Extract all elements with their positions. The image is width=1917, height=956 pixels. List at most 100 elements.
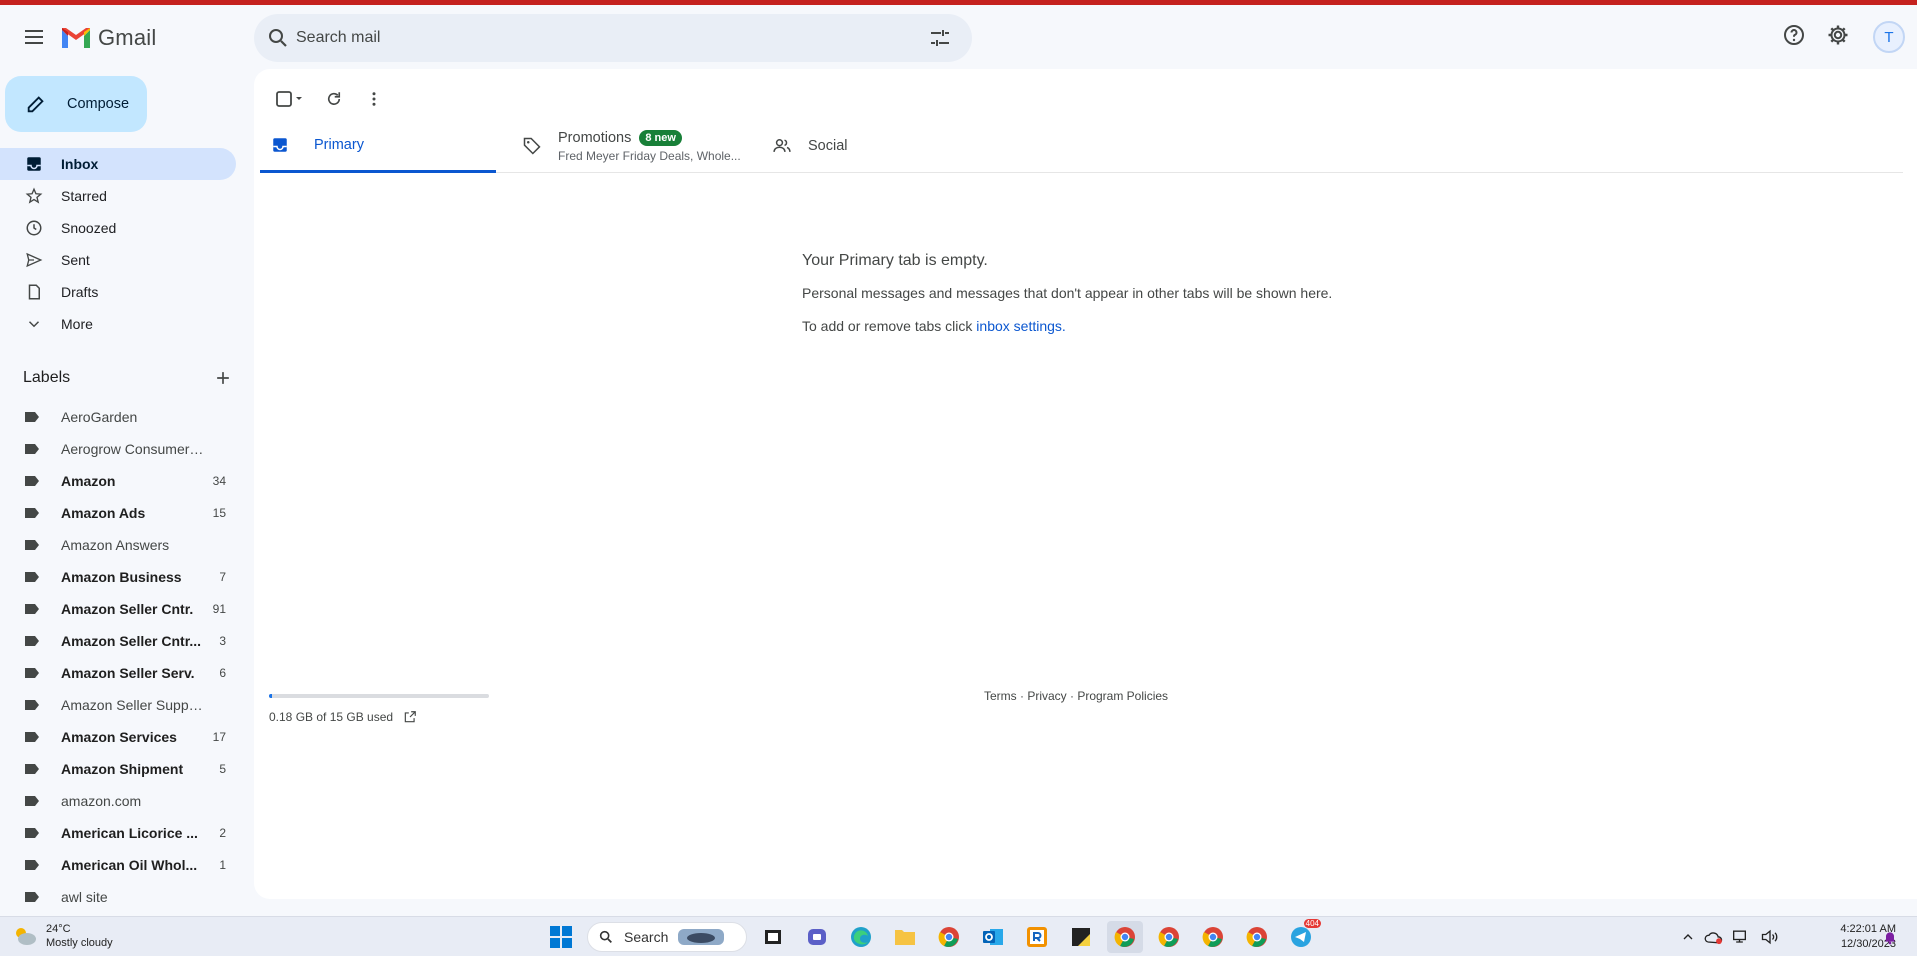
app-r[interactable] bbox=[1019, 921, 1055, 953]
label-item[interactable]: Amazon Business 7 bbox=[0, 561, 236, 593]
file-explorer-app[interactable] bbox=[887, 921, 923, 953]
network-icon[interactable] bbox=[1732, 929, 1752, 945]
telegram-icon bbox=[1291, 927, 1311, 947]
sidebar-item-more[interactable]: More bbox=[0, 308, 236, 340]
label-item[interactable]: Amazon Answers bbox=[0, 529, 236, 561]
sidebar-item-snoozed[interactable]: Snoozed bbox=[0, 212, 236, 244]
main-panel: Primary Promotions 8 new Fred Meyer Frid… bbox=[254, 69, 1917, 899]
chrome-icon bbox=[938, 927, 959, 947]
select-checkbox[interactable] bbox=[266, 79, 314, 119]
main-menu-button[interactable] bbox=[14, 17, 54, 57]
send-icon bbox=[26, 252, 43, 268]
account-avatar[interactable]: T bbox=[1873, 21, 1905, 53]
chevron-up-icon[interactable] bbox=[1680, 929, 1696, 945]
sticky-notes-app[interactable] bbox=[1063, 921, 1099, 953]
help-icon bbox=[1784, 25, 1804, 45]
search-options-icon[interactable] bbox=[928, 26, 952, 50]
label-icon bbox=[25, 796, 39, 806]
chrome-icon bbox=[1202, 927, 1223, 947]
label-item[interactable]: American Licorice ... 2 bbox=[0, 817, 236, 849]
label-item[interactable]: Amazon Seller Serv. 6 bbox=[0, 657, 236, 689]
label-item[interactable]: Amazon Seller Cntr. 91 bbox=[0, 593, 236, 625]
telegram-app[interactable]: 404 bbox=[1283, 919, 1321, 953]
tag-icon bbox=[523, 137, 541, 155]
chrome-profile-app[interactable] bbox=[1107, 921, 1143, 953]
outlook-app[interactable] bbox=[975, 921, 1011, 953]
edge-icon bbox=[851, 927, 871, 947]
chrome-app[interactable] bbox=[931, 921, 967, 953]
label-icon bbox=[25, 476, 39, 486]
gmail-m-icon bbox=[62, 28, 90, 48]
teams-icon bbox=[808, 929, 826, 945]
task-view-icon bbox=[765, 930, 781, 944]
label-icon bbox=[25, 636, 39, 646]
label-icon bbox=[25, 572, 39, 582]
mail-toolbar bbox=[266, 79, 394, 119]
label-item[interactable]: Amazon Shipment 5 bbox=[0, 753, 236, 785]
label-item[interactable]: Amazon Services 17 bbox=[0, 721, 236, 753]
empty-state: Your Primary tab is empty. Personal mess… bbox=[802, 252, 1332, 334]
chrome-profile-app[interactable] bbox=[1239, 921, 1275, 953]
edge-app[interactable] bbox=[843, 921, 879, 953]
search-icon[interactable] bbox=[266, 26, 290, 50]
weather-widget[interactable]: 24°C Mostly cloudy bbox=[12, 922, 113, 950]
compose-button[interactable]: Compose bbox=[5, 76, 147, 132]
open-in-new-icon[interactable] bbox=[403, 710, 417, 724]
support-button[interactable] bbox=[1780, 21, 1808, 49]
search-icon bbox=[599, 930, 612, 943]
refresh-button[interactable] bbox=[314, 79, 354, 119]
app-name: Gmail bbox=[98, 25, 157, 50]
category-tabs: Primary Promotions 8 new Fred Meyer Frid… bbox=[260, 119, 1903, 173]
label-item[interactable]: Amazon 34 bbox=[0, 465, 236, 497]
label-item[interactable]: American Oil Whol... 1 bbox=[0, 849, 236, 881]
label-icon bbox=[25, 764, 39, 774]
settings-button[interactable] bbox=[1824, 21, 1852, 49]
sidebar-item-label: Starred bbox=[61, 188, 107, 204]
label-item[interactable]: Amazon Seller Cntr... 3 bbox=[0, 625, 236, 657]
label-item[interactable]: awl site bbox=[0, 881, 236, 913]
sidebar-item-sent[interactable]: Sent bbox=[0, 244, 236, 276]
sidebar-item-starred[interactable]: Starred bbox=[0, 180, 236, 212]
teams-app[interactable] bbox=[799, 921, 835, 953]
chevron-down-icon bbox=[28, 321, 40, 328]
sticky-notes-icon bbox=[1072, 928, 1090, 946]
hamburger-icon bbox=[25, 30, 43, 44]
volume-icon[interactable] bbox=[1760, 929, 1780, 945]
storage-bar bbox=[269, 694, 489, 698]
tab-social[interactable]: Social bbox=[772, 119, 1008, 173]
task-view-app[interactable] bbox=[755, 921, 791, 953]
plus-icon[interactable] bbox=[213, 368, 233, 388]
label-icon bbox=[25, 732, 39, 742]
inbox-settings-link[interactable]: inbox settings bbox=[976, 318, 1062, 334]
start-button[interactable] bbox=[543, 921, 579, 953]
labels-list: AeroGarden Aerogrow Consumer Se... Amazo… bbox=[0, 401, 236, 913]
tab-primary[interactable]: Primary bbox=[260, 119, 496, 173]
more-options-button[interactable] bbox=[354, 79, 394, 119]
tab-promotions[interactable]: Promotions 8 new Fred Meyer Friday Deals… bbox=[522, 119, 762, 173]
empty-title: Your Primary tab is empty. bbox=[802, 252, 988, 269]
more-vert-icon bbox=[372, 92, 376, 106]
label-item[interactable]: AeroGarden bbox=[0, 401, 236, 433]
gear-icon bbox=[1828, 25, 1848, 45]
sidebar-item-drafts[interactable]: Drafts bbox=[0, 276, 236, 308]
search-bar bbox=[254, 14, 972, 62]
chrome-profile-app[interactable] bbox=[1195, 921, 1231, 953]
chrome-profile-app[interactable] bbox=[1151, 921, 1187, 953]
footer-links[interactable]: Terms · Privacy · Program Policies bbox=[984, 689, 1168, 703]
label-item[interactable]: Amazon Ads 15 bbox=[0, 497, 236, 529]
taskbar-search[interactable]: Search bbox=[587, 922, 747, 952]
inbox-icon bbox=[27, 157, 41, 171]
draft-icon bbox=[28, 284, 40, 300]
label-item[interactable]: amazon.com bbox=[0, 785, 236, 817]
gmail-logo[interactable]: Gmail bbox=[60, 25, 156, 51]
search-input[interactable] bbox=[296, 26, 896, 50]
label-icon bbox=[25, 412, 39, 422]
label-icon bbox=[25, 604, 39, 614]
weather-desc: Mostly cloudy bbox=[46, 937, 113, 949]
tab-label: Social bbox=[808, 138, 848, 154]
label-item[interactable]: Amazon Seller Support bbox=[0, 689, 236, 721]
sidebar-item-inbox[interactable]: Inbox bbox=[0, 148, 236, 180]
label-item[interactable]: Aerogrow Consumer Se... bbox=[0, 433, 236, 465]
notification-bell-icon[interactable] bbox=[1882, 929, 1898, 945]
onedrive-icon[interactable] bbox=[1704, 929, 1724, 945]
